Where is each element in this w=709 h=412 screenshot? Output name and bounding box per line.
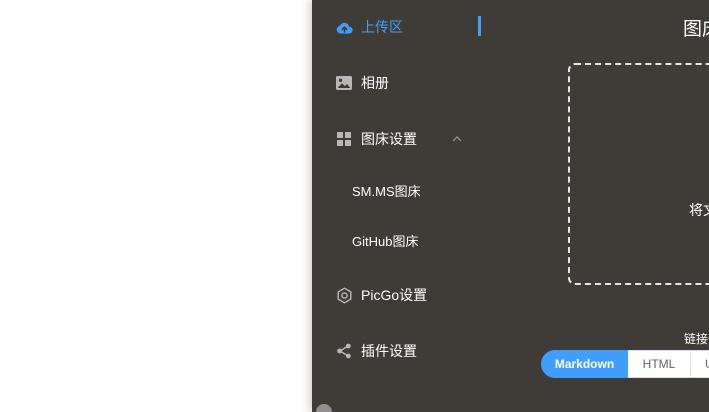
sidebar-item-label: PicGo设置 <box>361 287 428 303</box>
gear-icon <box>335 286 353 304</box>
active-indicator <box>478 16 481 36</box>
chevron-up-icon <box>451 132 463 144</box>
page-title: 图床 <box>683 19 709 40</box>
grid-icon <box>335 130 353 148</box>
sidebar-item-picbed-settings[interactable]: 图床设置 <box>312 121 482 157</box>
link-format-label: 链接 <box>684 332 709 346</box>
picgo-window: 上传区 相册 图床设置 SM.MS图床 GitHub图床 PicGo设置 插件设… <box>312 0 709 412</box>
sidebar-subitem-label: SM.MS图床 <box>352 184 421 199</box>
format-url-button[interactable]: U <box>691 350 709 378</box>
sidebar-item-gallery[interactable]: 相册 <box>312 65 482 101</box>
sidebar-item-label: 上传区 <box>361 19 403 35</box>
link-format-radio-group: Markdown HTML U <box>541 350 709 378</box>
drop-zone-text: 将文 <box>689 202 709 218</box>
info-icon[interactable] <box>316 404 332 412</box>
cloud-upload-icon <box>335 18 353 36</box>
sidebar-subitem-github[interactable]: GitHub图床 <box>312 226 482 258</box>
format-markdown-button[interactable]: Markdown <box>541 350 628 378</box>
sidebar-item-plugin-settings[interactable]: 插件设置 <box>312 333 482 369</box>
sidebar: 上传区 相册 图床设置 SM.MS图床 GitHub图床 PicGo设置 插件设… <box>312 0 482 412</box>
upload-drop-zone[interactable] <box>568 63 709 285</box>
sidebar-item-picgo-settings[interactable]: PicGo设置 <box>312 277 482 313</box>
sidebar-item-label: 相册 <box>361 75 389 91</box>
sidebar-item-label: 插件设置 <box>361 343 417 359</box>
sidebar-item-label: 图床设置 <box>361 131 417 147</box>
sidebar-item-upload[interactable]: 上传区 <box>312 9 482 45</box>
sidebar-subitem-smms[interactable]: SM.MS图床 <box>312 176 482 208</box>
desktop-background <box>0 0 312 412</box>
sidebar-subitem-label: GitHub图床 <box>352 234 419 249</box>
share-icon <box>335 342 353 360</box>
image-icon <box>335 74 353 92</box>
format-html-button[interactable]: HTML <box>628 350 691 378</box>
